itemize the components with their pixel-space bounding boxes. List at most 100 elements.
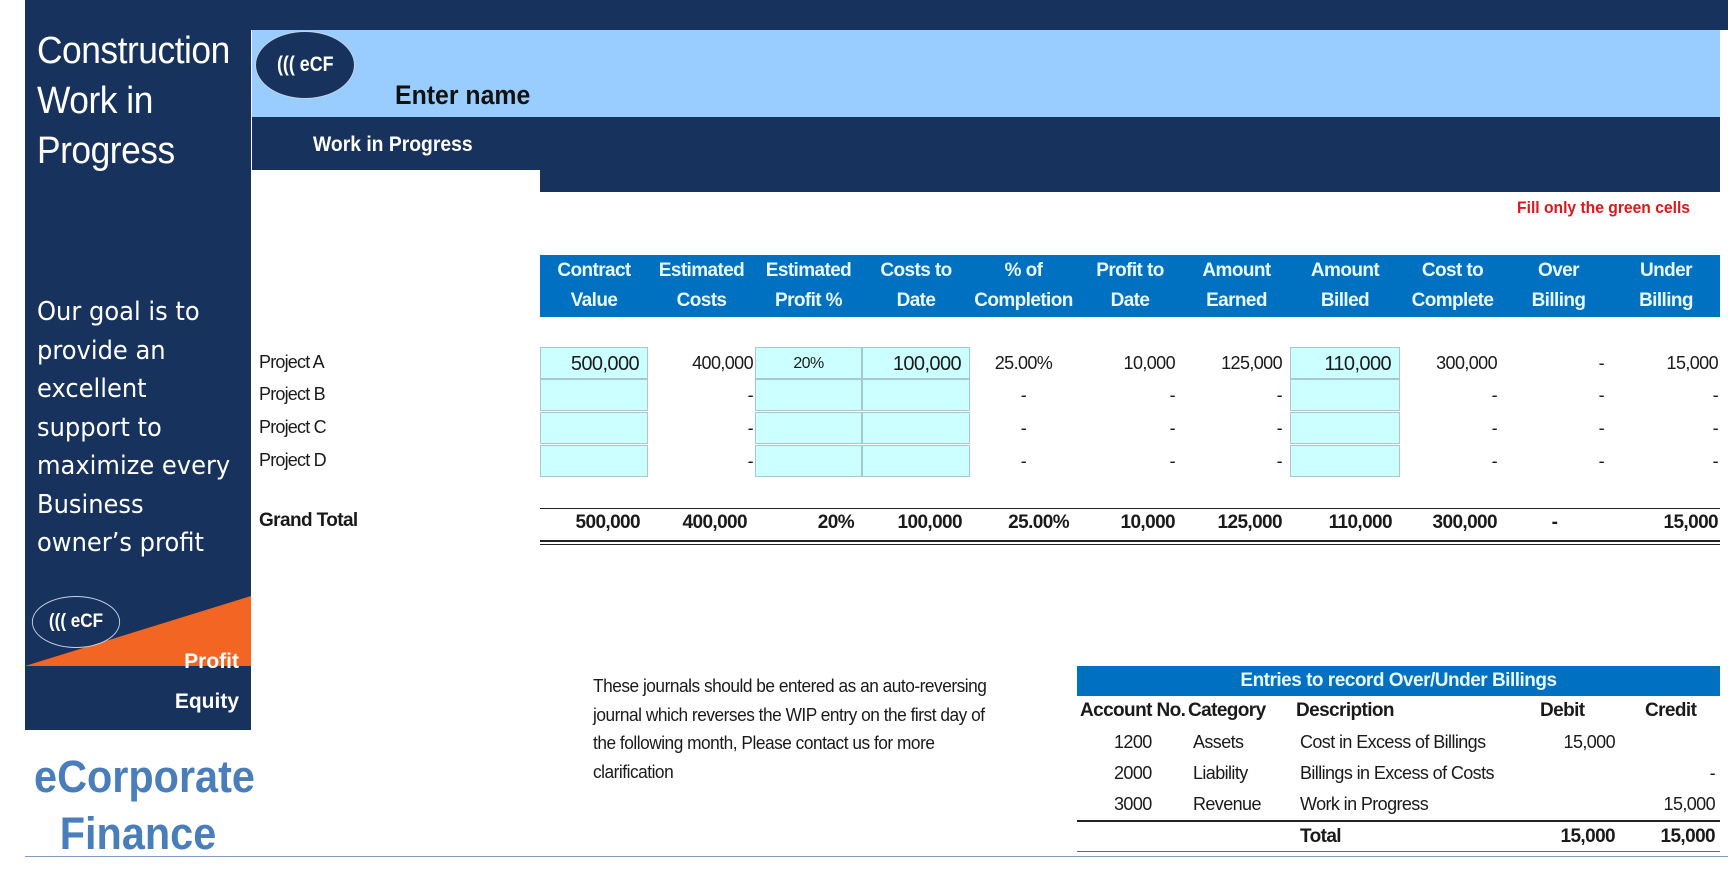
column-header-estimated-profit-pct: Estimated Profit % — [765, 260, 852, 311]
column-header-profit-to-date: Profit to Date — [1096, 260, 1164, 311]
input-cell-costs-to-date[interactable] — [862, 445, 970, 477]
entries-total-label: Total — [1300, 826, 1342, 847]
entry-description: Cost in Excess of Billings — [1300, 732, 1486, 752]
cell-under-billing: - — [1712, 385, 1719, 405]
column-header-estimated-costs: Estimated Costs — [658, 260, 745, 311]
column-header-over-billing: Over Billing — [1531, 260, 1586, 311]
cell-under-billing: - — [1712, 451, 1719, 471]
cell-under-billing: - — [1712, 418, 1719, 438]
cell-estimated-costs: - — [747, 451, 754, 471]
input-cell-contract-value[interactable] — [540, 412, 648, 444]
cell-amount-earned: - — [1276, 451, 1283, 471]
column-header-under-billing: Under Billing — [1639, 260, 1693, 311]
total-costs-to-date: 100,000 — [897, 512, 963, 533]
column-header-pct-completion: % of Completion — [974, 260, 1073, 311]
total-profit-to-date: 10,000 — [1120, 512, 1175, 533]
entry-category: Liability — [1193, 763, 1248, 783]
entries-total-debit: 15,000 — [1560, 826, 1615, 847]
total-cost-to-complete: 300,000 — [1432, 512, 1498, 533]
cell-pct-completion: - — [1020, 418, 1027, 438]
column-header-cost-to-complete: Cost to Complete — [1411, 260, 1494, 311]
section-title-band-extension — [540, 117, 1720, 192]
logo-equity-label: Equity — [174, 690, 239, 713]
cell-over-billing: - — [1598, 451, 1605, 471]
project-label: Project D — [259, 450, 327, 470]
cell-cost-to-complete: 300,000 — [1436, 353, 1497, 373]
cell-estimated-costs: - — [747, 418, 754, 438]
top-band — [25, 0, 1728, 30]
cell-under-billing: 15,000 — [1666, 353, 1719, 373]
entry-credit: - — [1709, 763, 1716, 783]
sidebar: Construction Work in Progress Our goal i… — [25, 0, 251, 730]
brand-line-2: Finance — [59, 808, 217, 859]
cell-profit-to-date: - — [1169, 418, 1176, 438]
cell-profit-to-date: - — [1169, 451, 1176, 471]
entry-credit: 15,000 — [1663, 794, 1716, 814]
input-cell-contract-value[interactable]: 500,000 — [540, 347, 648, 379]
total-amount-billed: 110,000 — [1328, 512, 1393, 533]
entry-account: 3000 — [1114, 794, 1152, 814]
column-header-contract-value: Contract Value — [557, 260, 631, 311]
cell-pct-completion: - — [1020, 451, 1027, 471]
total-contract-value: 500,000 — [575, 512, 641, 533]
total-amount-earned: 125,000 — [1217, 512, 1283, 533]
entry-description: Work in Progress — [1300, 794, 1429, 814]
grand-total-label: Grand Total — [259, 510, 358, 531]
cell-over-billing: - — [1598, 353, 1605, 373]
input-cell-estimated-profit-pct[interactable] — [755, 445, 862, 477]
input-cell-amount-billed[interactable] — [1290, 445, 1400, 477]
total-estimated-costs: 400,000 — [682, 512, 748, 533]
entries-table-title: Entries to record Over/Under Billings — [1077, 666, 1720, 696]
input-cell-estimated-profit-pct[interactable] — [755, 379, 862, 411]
brand-line-1: eCorporate — [34, 751, 255, 802]
entry-debit: 15,000 — [1563, 732, 1616, 752]
entry-description: Billings in Excess of Costs — [1300, 763, 1494, 783]
input-cell-estimated-profit-pct[interactable]: 20% — [755, 347, 862, 379]
input-cell-costs-to-date[interactable]: 100,000 — [862, 347, 970, 379]
entry-category: Assets — [1193, 732, 1244, 752]
cell-estimated-costs: 400,000 — [692, 353, 753, 373]
cell-over-billing: - — [1598, 385, 1605, 405]
cell-pct-completion: - — [1020, 385, 1027, 405]
entries-header-description: Description — [1296, 700, 1395, 721]
fill-instruction-note: Fill only the green cells — [1517, 198, 1690, 217]
input-cell-costs-to-date[interactable] — [862, 412, 970, 444]
cell-cost-to-complete: - — [1491, 418, 1498, 438]
section-title: Work in Progress — [313, 133, 473, 156]
entries-total-credit: 15,000 — [1660, 826, 1715, 847]
entries-header-account: Account No. — [1080, 700, 1186, 721]
journal-note: These journals should be entered as an a… — [593, 676, 987, 782]
sidebar-title: Construction Work in Progress — [37, 30, 230, 172]
cell-profit-to-date: - — [1169, 385, 1176, 405]
brand-name: eCorporate Finance — [34, 748, 255, 862]
entries-total-rule — [1077, 820, 1720, 822]
sidebar-goal-text: Our goal is to provide an excellent supp… — [37, 297, 231, 558]
input-cell-contract-value[interactable] — [540, 445, 648, 477]
total-pct-completion: 25.00% — [1008, 512, 1069, 533]
entries-header-debit: Debit — [1540, 700, 1585, 721]
entry-category: Revenue — [1193, 794, 1261, 814]
cell-amount-earned: - — [1276, 418, 1283, 438]
input-cell-costs-to-date[interactable] — [862, 379, 970, 411]
logo-profit-label: Profit — [184, 650, 239, 673]
input-cell-contract-value[interactable] — [540, 379, 648, 411]
entries-header-category: Category — [1188, 700, 1266, 721]
column-header-amount-billed: Amount Billed — [1310, 260, 1380, 311]
entry-account: 1200 — [1114, 732, 1152, 752]
entries-bottom-rule — [1077, 851, 1720, 852]
ecf-logo-icon: ((( eCF — [31, 596, 121, 648]
entries-header-credit: Credit — [1645, 700, 1697, 721]
total-double-rule-2 — [540, 544, 1720, 545]
column-header-costs-to-date: Costs to Date — [880, 260, 952, 311]
cell-amount-earned: 125,000 — [1221, 353, 1282, 373]
cell-pct-completion: 25.00% — [994, 353, 1053, 373]
input-cell-amount-billed[interactable] — [1290, 412, 1400, 444]
input-cell-amount-billed[interactable]: 110,000 — [1290, 347, 1400, 379]
company-name-field[interactable]: Enter name — [395, 80, 530, 111]
ecf-logo-block: ((( eCF Profit Equity — [25, 596, 251, 730]
cell-profit-to-date: 10,000 — [1123, 353, 1176, 373]
input-cell-estimated-profit-pct[interactable] — [755, 412, 862, 444]
cell-over-billing: - — [1598, 418, 1605, 438]
project-label: Project B — [259, 384, 326, 404]
input-cell-amount-billed[interactable] — [1290, 379, 1400, 411]
